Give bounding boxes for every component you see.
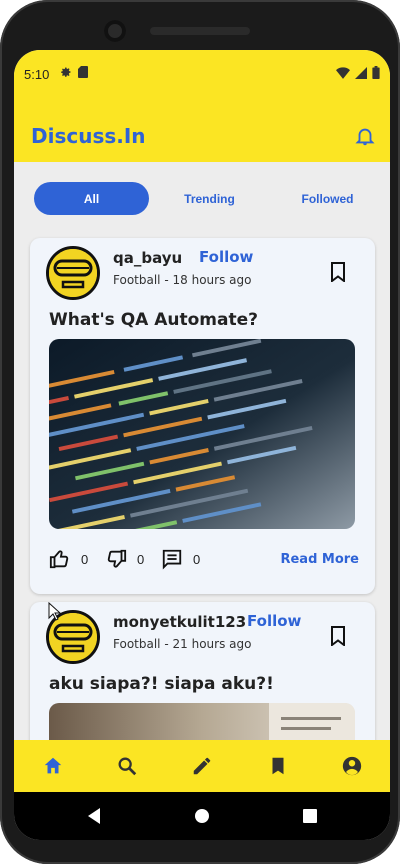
dislike-action[interactable]: 0 xyxy=(105,548,144,570)
wifi-icon xyxy=(336,66,350,79)
like-action[interactable]: 0 xyxy=(49,548,88,570)
like-count: 0 xyxy=(81,551,89,567)
account-icon[interactable] xyxy=(341,755,363,777)
post-card[interactable]: monyetkulit123 Follow Football - 21 hour… xyxy=(30,602,375,740)
mouse-cursor-icon xyxy=(48,602,62,621)
comment-icon[interactable] xyxy=(161,548,183,570)
filter-tabs: All Trending Followed xyxy=(14,162,390,226)
post-feed[interactable]: qa_bayu Follow Football - 18 hours ago W… xyxy=(14,226,390,740)
comment-count: 0 xyxy=(193,551,201,567)
post-image[interactable] xyxy=(49,339,355,529)
book-pages-image xyxy=(49,703,355,740)
battery-icon xyxy=(372,66,380,79)
meta-separator: - xyxy=(164,637,169,651)
sd-card-icon xyxy=(78,66,88,78)
app-title: Discuss.In xyxy=(31,124,146,148)
post-image[interactable] xyxy=(49,703,355,740)
home-button-icon[interactable] xyxy=(194,808,210,824)
post-username[interactable]: qa_bayu xyxy=(113,249,182,267)
dislike-count: 0 xyxy=(137,551,145,567)
status-bar: 5:10 xyxy=(14,50,390,96)
tab-trending[interactable]: Trending xyxy=(152,182,267,215)
post-card[interactable]: qa_bayu Follow Football - 18 hours ago W… xyxy=(30,238,375,594)
home-icon[interactable] xyxy=(42,755,64,777)
tab-all[interactable]: All xyxy=(34,182,149,215)
code-screen-image xyxy=(49,339,355,529)
phone-frame: 5:10 Discuss.In All Trending Followed qa… xyxy=(0,0,400,864)
follow-button[interactable]: Follow xyxy=(247,612,301,630)
post-meta: Football - 21 hours ago xyxy=(113,637,251,651)
back-icon[interactable] xyxy=(86,808,102,824)
bookmark-icon[interactable] xyxy=(267,755,289,777)
post-time: 18 hours ago xyxy=(172,273,252,287)
pencil-icon[interactable] xyxy=(191,755,213,777)
post-title[interactable]: aku siapa?! siapa aku?! xyxy=(49,674,274,694)
meta-separator: - xyxy=(164,273,169,287)
thumbs-down-icon[interactable] xyxy=(105,548,127,570)
post-time: 21 hours ago xyxy=(172,637,252,651)
avatar-face-icon xyxy=(49,249,97,297)
thumbs-up-icon[interactable] xyxy=(49,548,71,570)
post-actions: 0 0 0 Read More xyxy=(49,548,359,574)
follow-button[interactable]: Follow xyxy=(199,248,253,266)
front-camera xyxy=(104,20,126,42)
earpiece-speaker xyxy=(150,27,250,35)
post-username[interactable]: monyetkulit123 xyxy=(113,613,246,631)
post-meta: Football - 18 hours ago xyxy=(113,273,251,287)
recents-icon[interactable] xyxy=(302,808,318,824)
avatar[interactable] xyxy=(46,246,100,300)
bottom-navigation xyxy=(14,740,390,792)
app-bar: Discuss.In xyxy=(14,96,390,162)
system-navigation-bar xyxy=(14,792,390,840)
comment-action[interactable]: 0 xyxy=(161,548,200,570)
signal-icon xyxy=(355,66,367,79)
search-icon[interactable] xyxy=(116,755,138,777)
read-more-link[interactable]: Read More xyxy=(280,552,359,567)
post-category: Football xyxy=(113,273,161,287)
notification-bell-icon[interactable] xyxy=(354,125,376,147)
status-time: 5:10 xyxy=(24,67,50,82)
bookmark-icon[interactable] xyxy=(329,262,347,282)
bookmark-icon[interactable] xyxy=(329,626,347,646)
app-screen: 5:10 Discuss.In All Trending Followed qa… xyxy=(14,50,390,840)
tab-followed[interactable]: Followed xyxy=(270,182,385,215)
gear-icon xyxy=(61,67,71,77)
post-category: Football xyxy=(113,637,161,651)
post-title[interactable]: What's QA Automate? xyxy=(49,310,258,330)
